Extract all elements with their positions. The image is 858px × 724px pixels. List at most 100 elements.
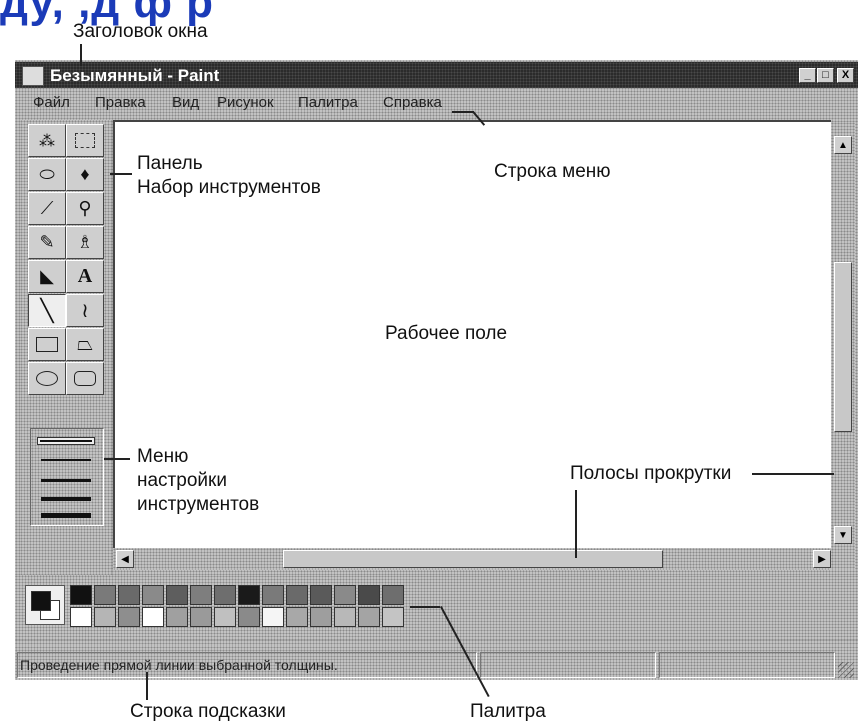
tool-free-select[interactable]: ⁂ xyxy=(28,124,66,157)
minimize-button[interactable]: _ xyxy=(799,68,816,83)
annotation-options-line2: настройки xyxy=(137,470,227,491)
menu-image[interactable]: Рисунок xyxy=(217,94,274,111)
annotation-toolbox-line2: Набор инструментов xyxy=(137,177,321,198)
palette-swatch[interactable] xyxy=(166,607,188,627)
palette-swatch[interactable] xyxy=(358,585,380,605)
scroll-left-button[interactable]: ◀ xyxy=(116,550,134,568)
line-width-3[interactable] xyxy=(41,479,91,482)
close-button[interactable]: X xyxy=(837,68,854,83)
line-width-5[interactable] xyxy=(41,513,91,518)
palette-swatch[interactable] xyxy=(334,585,356,605)
menu-file[interactable]: Файл xyxy=(33,94,70,111)
palette-swatch[interactable] xyxy=(142,607,164,627)
tool-line[interactable]: ╲ xyxy=(28,294,66,327)
palette-swatch[interactable] xyxy=(70,607,92,627)
tool-pencil[interactable]: ✎ xyxy=(28,226,66,259)
palette-swatch[interactable] xyxy=(214,585,236,605)
tool-text[interactable]: A xyxy=(66,260,104,293)
menu-edit[interactable]: Правка xyxy=(95,94,146,111)
color-picker-icon: ⟋ xyxy=(40,198,54,218)
tool-color-picker[interactable]: ⟋ xyxy=(28,192,66,225)
ellipse-icon xyxy=(36,371,58,386)
palette-swatch[interactable] xyxy=(382,607,404,627)
palette-swatch[interactable] xyxy=(334,607,356,627)
annotation-status: Строка подсказки xyxy=(130,701,286,722)
palette-swatch[interactable] xyxy=(358,607,380,627)
annotation-palette: Палитра xyxy=(470,701,546,722)
magnifier-icon: ⚲ xyxy=(78,198,92,218)
annotation-toolbox-line1: Панель xyxy=(137,153,203,174)
palette-swatch[interactable] xyxy=(94,585,116,605)
menu-help[interactable]: Справка xyxy=(383,94,442,111)
palette-swatch[interactable] xyxy=(310,585,332,605)
paint-app-icon[interactable] xyxy=(22,66,44,86)
airbrush-icon: ◣ xyxy=(40,266,54,286)
palette-swatch[interactable] xyxy=(286,585,308,605)
palette-swatch[interactable] xyxy=(190,585,212,605)
tool-airbrush[interactable]: ◣ xyxy=(28,260,66,293)
palette-swatch[interactable] xyxy=(310,607,332,627)
palette-swatch[interactable] xyxy=(166,585,188,605)
palette-swatch[interactable] xyxy=(238,607,260,627)
status-panel-size xyxy=(659,652,835,678)
annotation-menu: Строка меню xyxy=(494,161,611,182)
horizontal-scroll-thumb[interactable] xyxy=(283,550,663,568)
scroll-down-button[interactable]: ▼ xyxy=(834,526,852,544)
resize-grip[interactable] xyxy=(838,662,854,678)
palette-swatch[interactable] xyxy=(142,585,164,605)
menu-colors[interactable]: Палитра xyxy=(298,94,358,111)
tool-polygon[interactable]: ⏢ xyxy=(66,328,104,361)
annotation-workspace: Рабочее поле xyxy=(385,323,508,344)
pencil-icon: ✎ xyxy=(39,232,55,252)
rect-select-icon xyxy=(75,133,95,148)
scroll-right-button[interactable]: ▶ xyxy=(813,550,831,568)
tool-eraser[interactable]: ⬭ xyxy=(28,158,66,191)
palette-swatch[interactable] xyxy=(382,585,404,605)
palette-swatch[interactable] xyxy=(70,585,92,605)
tool-rect-select[interactable] xyxy=(66,124,104,157)
polygon-icon: ⏢ xyxy=(77,333,93,355)
annotation-options-line1: Меню xyxy=(137,446,189,467)
color-palette xyxy=(70,585,410,627)
tool-magnifier[interactable]: ⚲ xyxy=(66,192,104,225)
menu-view[interactable]: Вид xyxy=(172,94,199,111)
eraser-icon: ⬭ xyxy=(39,164,55,184)
line-width-1[interactable] xyxy=(37,437,95,445)
tool-curve[interactable]: ≀ xyxy=(66,294,104,327)
current-colors-indicator[interactable] xyxy=(25,585,65,625)
palette-swatch[interactable] xyxy=(238,585,260,605)
status-panel-coords xyxy=(480,652,656,678)
maximize-button[interactable]: □ xyxy=(817,68,834,83)
palette-swatch[interactable] xyxy=(262,585,284,605)
line-width-2[interactable] xyxy=(41,459,91,461)
status-hint-text: Проведение прямой линии выбранной толщин… xyxy=(20,657,338,673)
tool-brush[interactable]: ♗ xyxy=(66,226,104,259)
palette-swatch[interactable] xyxy=(118,585,140,605)
palette-swatch[interactable] xyxy=(94,607,116,627)
palette-swatch[interactable] xyxy=(190,607,212,627)
curve-icon: ≀ xyxy=(81,300,89,322)
line-icon: ╲ xyxy=(40,297,54,323)
rounded-rect-icon xyxy=(74,371,96,386)
tool-rounded-rect[interactable] xyxy=(66,362,104,395)
tool-options xyxy=(30,428,104,526)
annotation-scrollbars: Полосы прокрутки xyxy=(570,463,732,484)
vertical-scroll-thumb[interactable] xyxy=(834,262,852,432)
scroll-up-button[interactable]: ▲ xyxy=(834,136,852,154)
horizontal-scrollbar[interactable]: ◀ ▶ xyxy=(113,548,831,570)
tool-fill[interactable]: ♦ xyxy=(66,158,104,191)
annotation-title: Заголовок окна xyxy=(73,21,208,42)
annotation-options-line3: инструментов xyxy=(137,494,260,515)
line-width-4[interactable] xyxy=(41,497,91,501)
fill-icon: ♦ xyxy=(80,164,90,184)
free-select-icon: ⁂ xyxy=(39,132,55,150)
tool-rectangle[interactable] xyxy=(28,328,66,361)
vertical-scrollbar[interactable]: ▲ ▼ xyxy=(831,122,855,570)
palette-swatch[interactable] xyxy=(214,607,236,627)
palette-swatch[interactable] xyxy=(286,607,308,627)
palette-swatch[interactable] xyxy=(262,607,284,627)
window-title: Безымянный - Paint xyxy=(50,66,220,85)
tool-ellipse[interactable] xyxy=(28,362,66,395)
brush-icon: ♗ xyxy=(76,232,94,252)
palette-swatch[interactable] xyxy=(118,607,140,627)
